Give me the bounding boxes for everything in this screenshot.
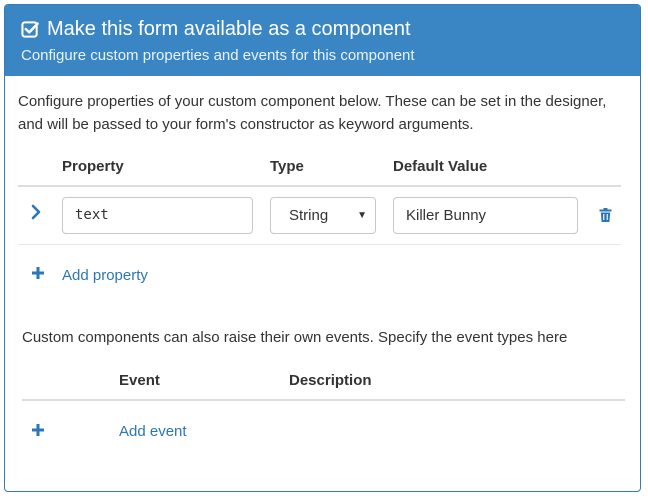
chevron-right-icon[interactable] (30, 204, 42, 220)
column-header-event: Event (119, 372, 160, 389)
property-row-divider (18, 244, 621, 245)
plus-icon[interactable] (32, 267, 44, 279)
select-caret-icon: ▼ (357, 210, 367, 221)
panel-title: Make this form available as a component (47, 18, 411, 40)
events-intro: Custom components can also raise their o… (22, 329, 568, 346)
make-component-toggle[interactable]: Make this form available as a component (21, 17, 411, 41)
checkbox-checked-icon[interactable] (21, 20, 40, 39)
column-header-description: Description (289, 372, 372, 389)
properties-intro: Configure properties of your custom comp… (18, 93, 607, 133)
add-property-link[interactable]: Add property (62, 267, 148, 285)
add-event-link[interactable]: Add event (119, 423, 187, 441)
column-header-default-value: Default Value (393, 158, 488, 175)
property-default-value-input[interactable]: Killer Bunny (393, 197, 578, 234)
events-header-divider (22, 399, 625, 401)
property-type-value: String (289, 207, 329, 224)
panel-subtitle: Configure custom properties and events f… (21, 47, 415, 64)
property-name-input[interactable]: text (62, 197, 253, 234)
column-header-property: Property (62, 158, 124, 175)
properties-header-divider (18, 185, 621, 187)
property-type-select[interactable]: String ▼ (270, 197, 376, 234)
plus-icon[interactable] (32, 424, 44, 436)
trash-icon[interactable] (599, 208, 612, 222)
panel-heading: Make this form available as a component … (5, 5, 640, 76)
column-header-type: Type (270, 158, 304, 175)
component-settings-panel: Make this form available as a component … (4, 4, 641, 492)
